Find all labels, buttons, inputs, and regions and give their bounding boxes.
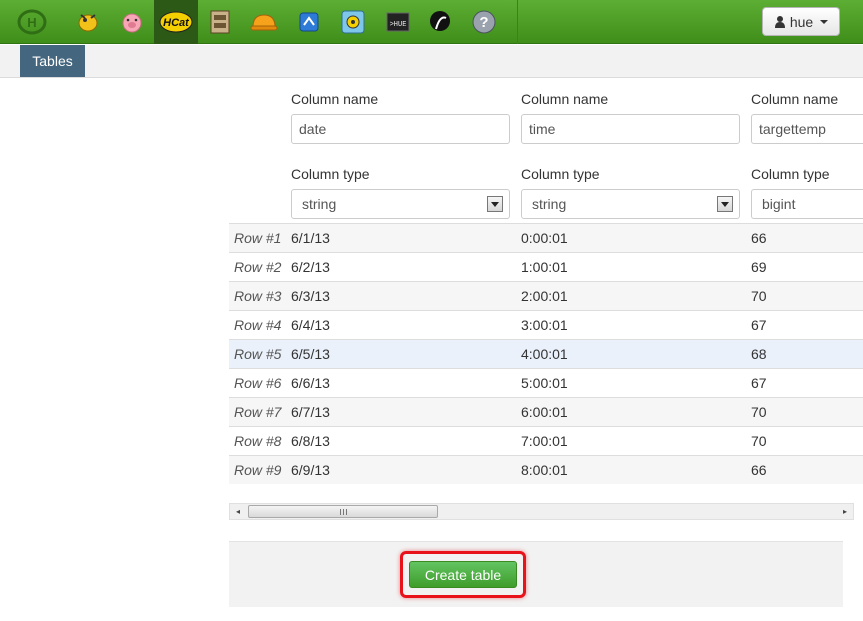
user-icon xyxy=(774,16,785,28)
table-cell: 8:00:01 xyxy=(521,462,568,478)
horizontal-scrollbar[interactable]: ◂ ▸ xyxy=(229,503,854,520)
column-name-input[interactable] xyxy=(521,114,740,144)
preview-table: Row #1 6/1/13 0:00:01 66 Row #2 6/2/13 1… xyxy=(229,223,863,484)
table-row: Row #3 6/3/13 2:00:01 70 xyxy=(229,281,863,310)
row-label: Row #3 xyxy=(234,288,282,304)
job-browser-icon[interactable] xyxy=(331,0,375,44)
table-row: Row #9 6/9/13 8:00:01 66 xyxy=(229,455,863,484)
svg-text:H: H xyxy=(27,15,36,30)
table-cell: 2:00:01 xyxy=(521,288,568,304)
tab-tables[interactable]: Tables xyxy=(20,45,85,77)
row-label: Row #6 xyxy=(234,375,282,391)
table-row: Row #7 6/7/13 6:00:01 70 xyxy=(229,397,863,426)
subnav-bar: Tables xyxy=(0,45,863,78)
table-cell: 1:00:01 xyxy=(521,259,568,275)
help-icon[interactable]: ? xyxy=(462,0,506,44)
column-name-label: Column name xyxy=(521,91,609,107)
column-type-value: bigint xyxy=(762,196,796,212)
table-cell: 66 xyxy=(751,230,767,246)
table-cell: 68 xyxy=(751,346,767,362)
column-name-label: Column name xyxy=(291,91,379,107)
top-navbar: H HCat >HUE ? hue xyxy=(0,0,863,44)
column-type-label: Column type xyxy=(291,166,370,182)
beeswax-hive-icon[interactable] xyxy=(66,0,110,44)
scrollbar-thumb[interactable] xyxy=(248,505,438,518)
table-row: Row #6 6/6/13 5:00:01 67 xyxy=(229,368,863,397)
scroll-right-icon[interactable]: ▸ xyxy=(837,504,853,519)
table-row: Row #2 6/2/13 1:00:01 69 xyxy=(229,252,863,281)
column-type-label: Column type xyxy=(751,166,830,182)
pig-icon[interactable] xyxy=(110,0,154,44)
table-cell: 5:00:01 xyxy=(521,375,568,391)
table-cell: 70 xyxy=(751,288,767,304)
table-cell: 66 xyxy=(751,462,767,478)
grip-icon xyxy=(339,508,347,515)
table-cell: 6/4/13 xyxy=(291,317,330,333)
column-type-select[interactable]: string xyxy=(291,189,510,219)
table-cell: 69 xyxy=(751,259,767,275)
table-cell: 6/1/13 xyxy=(291,230,330,246)
user-menu-label: hue xyxy=(789,13,814,30)
hcat-icon-text: HCat xyxy=(163,17,190,29)
create-table-button[interactable]: Create table xyxy=(409,561,517,588)
row-label: Row #9 xyxy=(234,462,282,478)
table-cell: 7:00:01 xyxy=(521,433,568,449)
oozie-icon[interactable] xyxy=(287,0,331,44)
table-cell: 4:00:01 xyxy=(521,346,568,362)
user-menu-button[interactable]: hue xyxy=(762,7,840,36)
hue-logo-icon[interactable]: H xyxy=(10,0,54,44)
row-label: Row #1 xyxy=(234,230,282,246)
table-cell: 67 xyxy=(751,375,767,391)
chevron-down-icon xyxy=(820,19,829,24)
column-name-label: Column name xyxy=(751,91,839,107)
chevron-down-icon[interactable] xyxy=(717,196,733,212)
table-cell: 6/2/13 xyxy=(291,259,330,275)
row-label: Row #8 xyxy=(234,433,282,449)
form-actions xyxy=(229,541,843,607)
help-icon-text: ? xyxy=(479,14,488,31)
column-type-select[interactable]: string xyxy=(521,189,740,219)
table-cell: 0:00:01 xyxy=(521,230,568,246)
table-cell: 70 xyxy=(751,433,767,449)
hcatalog-icon[interactable]: HCat xyxy=(154,0,198,44)
table-row: Row #4 6/4/13 3:00:01 67 xyxy=(229,310,863,339)
table-cell: 6/5/13 xyxy=(291,346,330,362)
column-name-input[interactable] xyxy=(291,114,510,144)
table-cell: 3:00:01 xyxy=(521,317,568,333)
column-name-input[interactable] xyxy=(751,114,863,144)
user-admin-icon[interactable] xyxy=(418,0,462,44)
table-cell: 6/8/13 xyxy=(291,433,330,449)
table-cell: 6/9/13 xyxy=(291,462,330,478)
shell-icon-text: >HUE xyxy=(390,21,407,29)
row-label: Row #4 xyxy=(234,317,282,333)
table-row: Row #1 6/1/13 0:00:01 66 xyxy=(229,223,863,252)
chevron-down-icon[interactable] xyxy=(487,196,503,212)
table-row: Row #5 6/5/13 4:00:01 68 xyxy=(229,339,863,368)
table-cell: 67 xyxy=(751,317,767,333)
file-browser-icon[interactable] xyxy=(198,0,242,44)
table-row: Row #8 6/8/13 7:00:01 70 xyxy=(229,426,863,455)
nav-divider xyxy=(517,0,518,44)
row-label: Row #7 xyxy=(234,404,282,420)
shell-icon[interactable]: >HUE xyxy=(376,0,420,44)
row-label: Row #2 xyxy=(234,259,282,275)
table-cell: 6:00:01 xyxy=(521,404,568,420)
table-cell: 6/3/13 xyxy=(291,288,330,304)
table-cell: 6/6/13 xyxy=(291,375,330,391)
job-designer-icon[interactable] xyxy=(242,0,286,44)
table-cell: 70 xyxy=(751,404,767,420)
column-type-value: string xyxy=(302,196,337,212)
scroll-left-icon[interactable]: ◂ xyxy=(230,504,246,519)
column-type-label: Column type xyxy=(521,166,600,182)
column-type-select[interactable]: bigint xyxy=(751,189,863,219)
column-type-value: string xyxy=(532,196,567,212)
table-cell: 6/7/13 xyxy=(291,404,330,420)
row-label: Row #5 xyxy=(234,346,282,362)
